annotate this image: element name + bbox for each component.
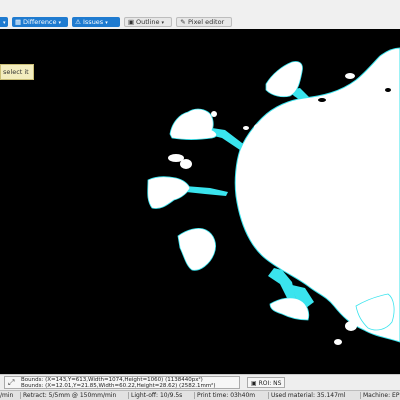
status-separator <box>20 392 21 399</box>
support-strut <box>210 128 246 150</box>
chevron-down-icon: ▾ <box>3 20 6 26</box>
status-retract: Retract: 5/5mm @ 150mm/min <box>23 392 117 399</box>
difference-button[interactable]: ▦ Difference ▾ <box>12 17 68 27</box>
tooltip: select it <box>0 64 34 80</box>
part-hole <box>318 98 326 102</box>
part-island <box>211 111 217 117</box>
difference-label: Difference <box>23 18 57 26</box>
part-finger <box>177 228 216 271</box>
status-bar: /min Retract: 5/5mm @ 150mm/min Light-of… <box>0 390 400 400</box>
part-island <box>334 339 342 345</box>
part-hole <box>385 88 391 92</box>
bounds-mm: Bounds: (X=12.01,Y=21.85,Width=60.22,Hei… <box>21 383 216 389</box>
part-island <box>345 73 355 79</box>
status-lightoff: Light-off: 10/9.5s <box>131 392 183 399</box>
part-island <box>243 126 249 130</box>
status-material: Used material: 35.147ml <box>271 392 346 399</box>
support-strut <box>185 186 228 196</box>
expand-icon: ⤢ <box>8 378 15 387</box>
part-island <box>254 124 262 130</box>
warning-icon: ⚠ <box>75 18 81 26</box>
bounds-box[interactable]: ⤢ Bounds: (X=143,Y=613,Width=1074,Height… <box>4 376 240 389</box>
status-separator <box>268 392 269 399</box>
roi-button[interactable]: ▣ ROI: NS <box>247 377 286 388</box>
outline-button[interactable]: ▣ Outline ▾ <box>124 17 172 27</box>
issues-button[interactable]: ⚠ Issues ▾ <box>72 17 120 27</box>
outline-label: Outline <box>136 18 160 26</box>
part-finger <box>147 176 191 209</box>
toolbar-dropdown-button[interactable]: ▾ <box>0 17 8 27</box>
part-island <box>180 159 192 169</box>
pixel-editor-label: Pixel editor <box>188 18 225 26</box>
difference-icon: ▦ <box>15 18 22 26</box>
roi-icon: ▣ <box>251 380 257 387</box>
layer-image <box>147 47 400 345</box>
top-toolbar: ▾ ▦ Difference ▾ ⚠ Issues ▾ ▣ Outline ▾ ✎ Pixel… <box>0 0 400 30</box>
chevron-down-icon: ▾ <box>161 20 165 26</box>
pixel-editor-button[interactable]: ✎ Pixel editor <box>176 17 232 27</box>
status-separator <box>194 392 195 399</box>
outline-icon: ▣ <box>128 18 135 26</box>
status-print-time: Print time: 03h40m <box>197 392 256 399</box>
status-separator <box>360 392 361 399</box>
issues-label: Issues <box>83 18 104 26</box>
layer-viewport[interactable]: select it <box>0 29 400 374</box>
tooltip-text: select it <box>3 68 29 76</box>
status-speed: /min <box>0 392 14 399</box>
status-machine: Machine: EP <box>363 392 400 399</box>
chevron-down-icon: ▾ <box>105 20 108 26</box>
roi-label: ROI: NS <box>258 380 282 387</box>
bounds-bar: ⤢ Bounds: (X=143,Y=613,Width=1074,Height… <box>0 374 400 390</box>
part-finger <box>169 108 217 140</box>
pencil-icon: ✎ <box>180 18 186 26</box>
status-separator <box>128 392 129 399</box>
part-island <box>345 321 357 331</box>
chevron-down-icon: ▾ <box>58 20 62 26</box>
